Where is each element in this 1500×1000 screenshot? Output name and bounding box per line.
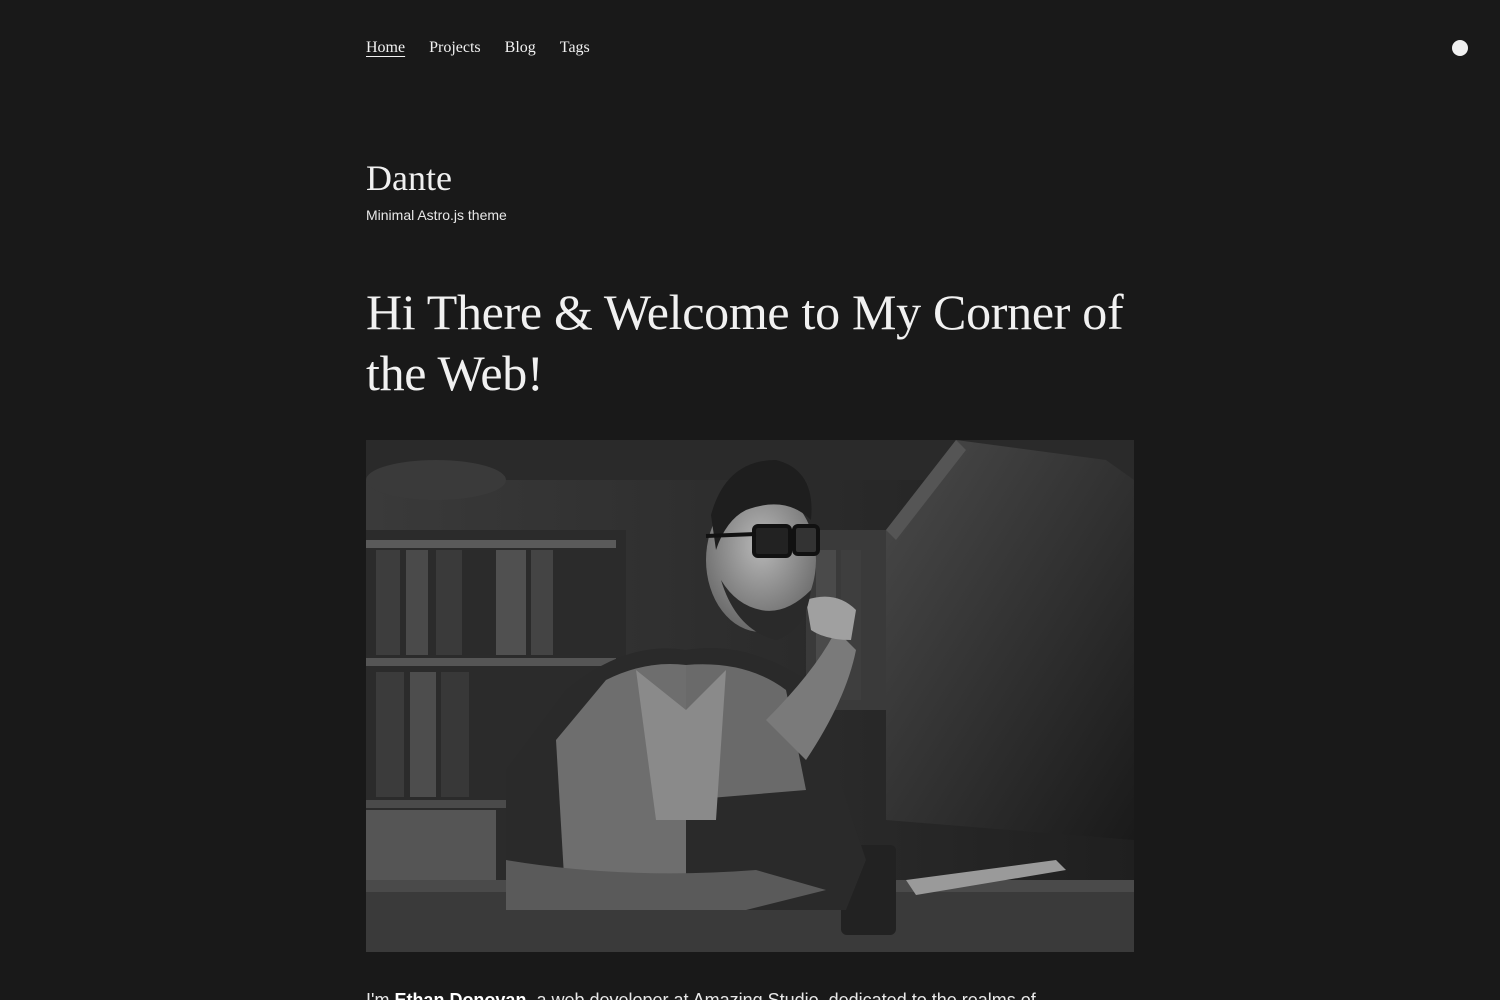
page: Home Projects Blog Tags Dante Minimal As… <box>0 0 1500 1000</box>
nav-item-projects[interactable]: Projects <box>429 36 481 60</box>
intro-paragraph: I'm Ethan Donovan, a web developer at Am… <box>366 986 1134 1000</box>
nav-item-tags[interactable]: Tags <box>560 36 590 60</box>
nav-item-home[interactable]: Home <box>366 36 405 60</box>
developer-at-desk-photo <box>366 440 1134 952</box>
hero-title: Hi There & Welcome to My Corner of the W… <box>366 284 1124 401</box>
theme-toggle-button[interactable] <box>1452 40 1468 56</box>
site-title[interactable]: Dante <box>366 156 452 200</box>
site-tagline: Minimal Astro.js theme <box>366 207 507 223</box>
intro-name: Ethan Donovan <box>394 990 527 1000</box>
intro-suffix: , a web developer at Amazing Studio, ded… <box>526 990 1036 1000</box>
intro-prefix: I'm <box>366 990 395 1000</box>
nav-item-blog[interactable]: Blog <box>505 36 536 60</box>
hero-image <box>366 440 1134 952</box>
main-nav: Home Projects Blog Tags <box>366 36 590 60</box>
